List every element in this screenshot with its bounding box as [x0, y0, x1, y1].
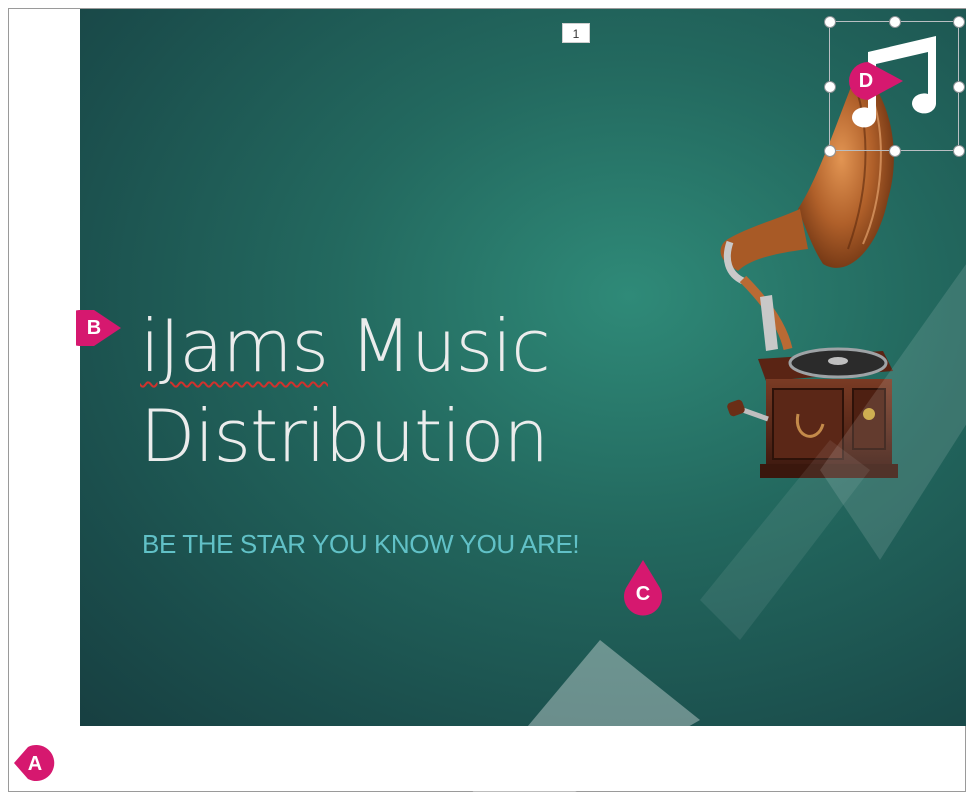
title-line-2: Distribution	[140, 394, 549, 478]
slide-title[interactable]: iJams Music Distribution	[140, 301, 551, 481]
resize-handle-top-right[interactable]	[953, 16, 965, 28]
slide-1[interactable]: 1 iJams Music Distribution BE THE STAR Y…	[80, 9, 966, 726]
callout-c: C	[622, 560, 664, 616]
callout-d: D	[847, 60, 903, 102]
resize-handle-top-left[interactable]	[824, 16, 836, 28]
misspelled-word[interactable]: iJams	[140, 304, 329, 388]
callout-a: A	[14, 743, 56, 785]
slide-subtitle[interactable]: BE THE STAR YOU KNOW YOU ARE!	[142, 529, 580, 560]
resize-handle-top[interactable]	[889, 16, 901, 28]
resize-handle-bottom-left[interactable]	[824, 145, 836, 157]
resize-handle-bottom[interactable]	[889, 145, 901, 157]
horn-neck	[720, 209, 808, 271]
resize-handle-bottom-right[interactable]	[953, 145, 965, 157]
title-line-1: iJams Music	[140, 301, 551, 391]
resize-handle-right[interactable]	[953, 81, 965, 93]
title-line-1-rest: Music	[328, 304, 551, 388]
callout-b: B	[76, 307, 121, 349]
resize-handle-left[interactable]	[824, 81, 836, 93]
slide-page-number: 1	[562, 23, 590, 43]
